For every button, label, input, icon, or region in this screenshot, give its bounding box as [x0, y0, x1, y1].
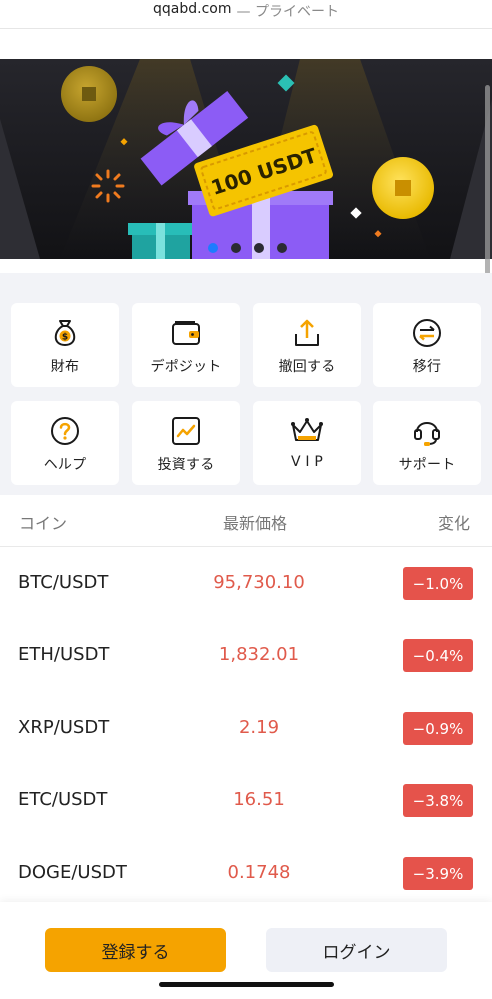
market-row-eth[interactable]: ETH/USDT 1,832.01 −0.4%: [0, 620, 492, 692]
page-scrollbar[interactable]: [485, 85, 490, 275]
last-price: 16.51: [233, 789, 285, 810]
bottom-action-bar: 登録する ログイン: [0, 902, 492, 999]
wallet-bag-icon: $: [48, 316, 82, 350]
menu-label: 撤回する: [278, 359, 336, 375]
pair-name: DOGE/USDT: [18, 862, 127, 883]
login-button[interactable]: ログイン: [266, 928, 447, 972]
crown-icon: [290, 414, 324, 448]
carousel-dot-4[interactable]: [277, 243, 287, 253]
chart-icon: [169, 414, 203, 448]
svg-text:$: $: [62, 333, 68, 343]
market-row-etc[interactable]: ETC/USDT 16.51 −3.8%: [0, 765, 492, 837]
menu-label: 投資する: [157, 457, 215, 473]
menu-item-vip[interactable]: V I P: [253, 401, 361, 485]
carousel-dot-3[interactable]: [254, 243, 264, 253]
column-header-coin: コイン: [19, 514, 68, 533]
quick-menu-grid: $ 財布 デポジット 撤回する 移行 ヘルプ 投資する V I P サポート: [0, 273, 492, 495]
change-badge: −3.9%: [403, 857, 473, 890]
menu-label: サポート: [398, 457, 456, 473]
change-badge: −0.4%: [403, 639, 473, 672]
transfer-icon: [410, 316, 444, 350]
menu-label: 移行: [412, 359, 442, 375]
market-row-doge[interactable]: DOGE/USDT 0.1748 −3.9%: [0, 838, 492, 910]
market-table-header: コイン 最新価格 変化: [0, 495, 492, 547]
help-icon: [48, 414, 82, 448]
wallet-icon: [169, 316, 203, 350]
menu-label: V I P: [290, 454, 324, 470]
pair-name: BTC/USDT: [18, 572, 109, 593]
promo-banner[interactable]: 100 USDT: [0, 59, 492, 259]
url-text: qqabd.com: [153, 1, 232, 17]
carousel-dots[interactable]: [208, 243, 287, 253]
menu-item-deposit[interactable]: デポジット: [132, 303, 240, 387]
carousel-dot-1[interactable]: [208, 243, 218, 253]
pair-name: ETC/USDT: [18, 789, 108, 810]
column-header-price: 最新価格: [223, 514, 288, 533]
menu-label: ヘルプ: [43, 457, 87, 473]
menu-item-invest[interactable]: 投資する: [132, 401, 240, 485]
headset-icon: [410, 414, 444, 448]
browser-url-bar[interactable]: qqabd.com — プライベート: [0, 0, 492, 29]
menu-item-support[interactable]: サポート: [373, 401, 481, 485]
last-price: 2.19: [238, 717, 280, 738]
menu-label: 財布: [50, 359, 80, 375]
market-row-xrp[interactable]: XRP/USDT 2.19 −0.9%: [0, 693, 492, 765]
home-indicator: [159, 982, 334, 987]
upload-icon: [290, 316, 324, 350]
market-row-btc[interactable]: BTC/USDT 95,730.10 −1.0%: [0, 548, 492, 620]
menu-item-withdraw[interactable]: 撤回する: [253, 303, 361, 387]
private-mode-label: — プライベート: [236, 4, 339, 20]
last-price: 95,730.10: [213, 572, 305, 593]
menu-label: デポジット: [150, 359, 222, 375]
change-badge: −3.8%: [403, 784, 473, 817]
menu-item-transfer[interactable]: 移行: [373, 303, 481, 387]
register-button[interactable]: 登録する: [45, 928, 226, 972]
column-header-change: 変化: [438, 514, 471, 533]
last-price: 1,832.01: [218, 644, 300, 665]
change-badge: −1.0%: [403, 567, 473, 600]
pair-name: ETH/USDT: [18, 644, 110, 665]
menu-item-wallet[interactable]: $ 財布: [11, 303, 119, 387]
change-badge: −0.9%: [403, 712, 473, 745]
last-price: 0.1748: [227, 862, 291, 883]
carousel-dot-2[interactable]: [231, 243, 241, 253]
menu-item-help[interactable]: ヘルプ: [11, 401, 119, 485]
pair-name: XRP/USDT: [18, 717, 110, 738]
banner-illustration: 100 USDT: [0, 59, 492, 259]
